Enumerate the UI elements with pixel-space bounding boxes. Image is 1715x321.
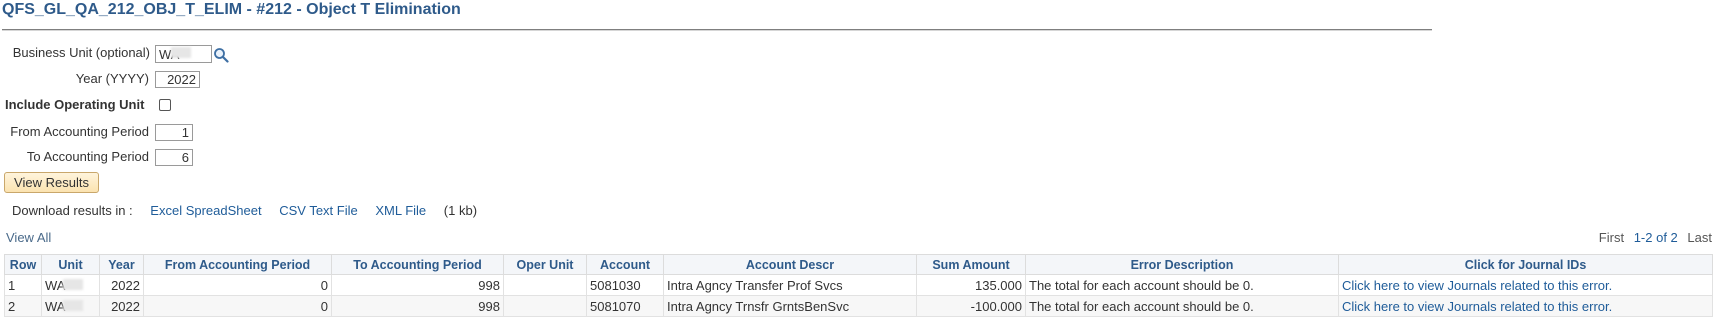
column-header[interactable]: Error Description (1025, 254, 1339, 275)
column-header[interactable]: Sum Amount (916, 254, 1026, 275)
xml-download-link[interactable]: XML File (375, 203, 426, 218)
include-operating-unit-checkbox[interactable] (159, 99, 171, 111)
download-row: Download results in : Excel SpreadSheet … (12, 203, 491, 218)
account-cell: 5081070 (586, 295, 664, 317)
year-cell: 2022 (99, 274, 144, 296)
column-header[interactable]: To Accounting Period (331, 254, 504, 275)
error-description-cell: The total for each account should be 0. (1025, 274, 1339, 296)
pager-count: 1-2 of 2 (1633, 230, 1678, 245)
column-header[interactable]: Unit (41, 254, 100, 275)
from-period-cell: 0 (143, 295, 332, 317)
sum-amount-cell: 135.000 (916, 274, 1026, 296)
to-period-label: To Accounting Period (26, 149, 149, 164)
table-header-row: Row Unit Year From Accounting Period To … (4, 254, 1713, 275)
from-period-label: From Accounting Period (10, 124, 149, 139)
pager-first[interactable]: First (1599, 230, 1624, 245)
year-cell: 2022 (99, 295, 144, 317)
lookup-search-icon[interactable] (213, 47, 229, 63)
unit-cell: WA (41, 295, 100, 317)
redacted-mask (63, 300, 83, 311)
oper-unit-cell (503, 295, 587, 317)
column-header[interactable]: From Accounting Period (143, 254, 332, 275)
year-input[interactable] (155, 71, 200, 88)
view-all-link[interactable]: View All (6, 230, 51, 245)
grid-pager: First 1-2 of 2 Last (1593, 230, 1712, 245)
unit-cell: WA (41, 274, 100, 296)
table-row: 1 WA 2022 0 998 5081030 Intra Agncy Tran… (4, 274, 1713, 296)
include-operating-unit-label: Include Operating Unit (5, 97, 145, 112)
journal-link-cell: Click here to view Journals related to t… (1338, 295, 1713, 317)
sum-amount-cell: -100.000 (916, 295, 1026, 317)
excel-download-link[interactable]: Excel SpreadSheet (150, 203, 261, 218)
journal-ids-link[interactable]: Click here to view Journals related to t… (1342, 278, 1612, 293)
journal-link-cell: Click here to view Journals related to t… (1338, 274, 1713, 296)
business-unit-label: Business Unit (optional) (12, 45, 150, 60)
csv-download-link[interactable]: CSV Text File (279, 203, 358, 218)
from-period-cell: 0 (143, 274, 332, 296)
column-header[interactable]: Year (99, 254, 144, 275)
error-description-cell: The total for each account should be 0. (1025, 295, 1339, 317)
column-header[interactable]: Account Descr (663, 254, 917, 275)
file-size: (1 kb) (443, 203, 478, 218)
download-prefix: Download results in : (12, 203, 133, 218)
row-number-cell: 1 (4, 274, 42, 296)
redacted-mask (171, 47, 191, 58)
journal-ids-link[interactable]: Click here to view Journals related to t… (1342, 299, 1612, 314)
column-header[interactable]: Oper Unit (503, 254, 587, 275)
column-header[interactable]: Row (4, 254, 42, 275)
query-page: QFS_GL_QA_212_OBJ_T_ELIM - #212 - Object… (0, 0, 1715, 321)
to-period-input[interactable] (155, 149, 193, 166)
account-descr-cell: Intra Agncy Trnsfr GrntsBenSvc (663, 295, 917, 317)
column-header[interactable]: Click for Journal IDs (1338, 254, 1713, 275)
account-descr-cell: Intra Agncy Transfer Prof Svcs (663, 274, 917, 296)
results-table: Row Unit Year From Accounting Period To … (4, 254, 1713, 317)
pager-last[interactable]: Last (1687, 230, 1712, 245)
row-number-cell: 2 (4, 295, 42, 317)
redacted-mask (63, 279, 83, 290)
year-label: Year (YYYY) (75, 71, 149, 86)
to-period-cell: 998 (331, 295, 504, 317)
view-results-button[interactable]: View Results (4, 172, 99, 193)
table-row: 2 WA 2022 0 998 5081070 Intra Agncy Trns… (4, 295, 1713, 317)
from-period-input[interactable] (155, 124, 193, 141)
oper-unit-cell (503, 274, 587, 296)
column-header[interactable]: Account (586, 254, 664, 275)
page-title: QFS_GL_QA_212_OBJ_T_ELIM - #212 - Object… (2, 1, 461, 18)
to-period-cell: 998 (331, 274, 504, 296)
title-divider (2, 29, 1432, 31)
account-cell: 5081030 (586, 274, 664, 296)
